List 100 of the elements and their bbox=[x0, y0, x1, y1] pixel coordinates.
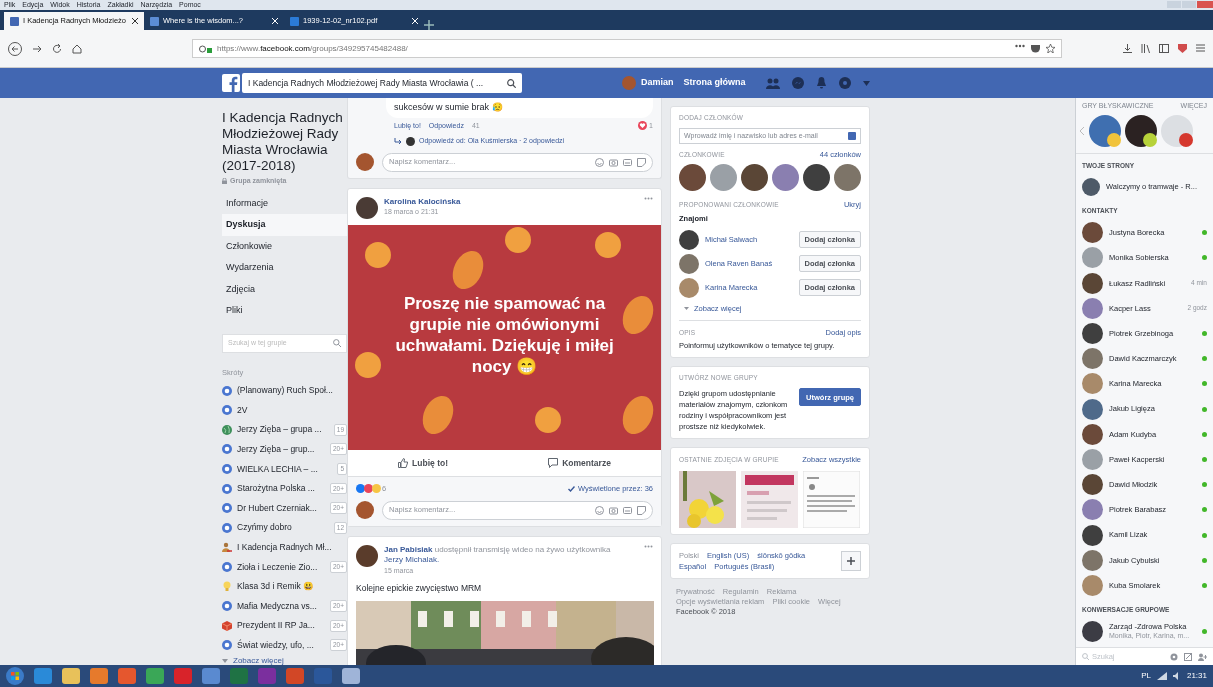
sticker-icon[interactable] bbox=[637, 505, 646, 515]
language-indicator[interactable]: PL bbox=[1141, 670, 1151, 682]
globe-icon[interactable] bbox=[222, 424, 232, 435]
home-link[interactable]: Strona główna bbox=[683, 76, 746, 90]
post-image-text: Proszę nie spamować na grupie nie omówionymi uchwałami. Dziękuję i miłej nocy 😁 bbox=[394, 292, 615, 377]
add-language-button[interactable] bbox=[841, 551, 861, 572]
close-icon[interactable] bbox=[132, 18, 138, 24]
group-nav-item[interactable]: Pliki bbox=[222, 300, 347, 322]
group-title[interactable]: I Kadencja Radnych Młodzieżowej Rady Miasta Wrocławia (2017-2018) bbox=[222, 110, 347, 174]
group-nav-item[interactable]: Wydarzenia bbox=[222, 257, 347, 279]
group-icon[interactable] bbox=[222, 405, 232, 416]
comment-button[interactable]: Komentarze bbox=[542, 455, 617, 471]
author-link[interactable]: Jan Pabisiak bbox=[384, 544, 433, 554]
speech-bubble-icon bbox=[548, 457, 559, 468]
search-icon[interactable] bbox=[507, 78, 516, 88]
download-icon[interactable] bbox=[1123, 44, 1132, 53]
network-icon[interactable] bbox=[1156, 672, 1167, 680]
friends-icon[interactable] bbox=[765, 77, 780, 89]
gif-icon[interactable] bbox=[623, 505, 632, 515]
shortcut-link[interactable]: I Kadencja Radnych Mł... bbox=[237, 540, 332, 554]
shortcut-link[interactable]: (Planowany) Ruch Społ... bbox=[237, 384, 333, 397]
comment-text: sukcesów w sumie brak 😥 bbox=[394, 102, 503, 112]
user-name-link[interactable]: Damian bbox=[641, 76, 674, 90]
search-field[interactable]: I Kadencja Radnych Młodzieżowej Rady Miasta Wrocławia ( ... bbox=[242, 73, 522, 93]
pocket-icon[interactable] bbox=[1031, 44, 1040, 53]
caret-down-icon bbox=[684, 306, 689, 310]
like-button[interactable]: Lubię to! bbox=[392, 455, 454, 471]
sidebar-icon[interactable] bbox=[1159, 44, 1169, 53]
compose-icon[interactable] bbox=[1184, 652, 1192, 661]
shortcut-link[interactable]: WIELKA LECHIA – ... bbox=[237, 462, 318, 476]
gif-icon[interactable] bbox=[623, 157, 632, 167]
new-tab-icon[interactable] bbox=[424, 20, 434, 30]
bell-icon[interactable] bbox=[815, 77, 827, 89]
reactions-icon bbox=[356, 484, 382, 494]
shortcut-link[interactable]: Świat wiedzy, ufo, ... bbox=[237, 638, 314, 652]
sticker-icon[interactable] bbox=[637, 157, 646, 167]
group-nav-item[interactable]: Informacje bbox=[222, 192, 347, 214]
group-icon[interactable] bbox=[222, 601, 232, 612]
shortcut-link[interactable]: Czyńmy dobro bbox=[237, 521, 292, 535]
shortcut-link[interactable]: Mafia Medyczna vs... bbox=[237, 599, 317, 613]
emoji-icon[interactable] bbox=[595, 505, 604, 515]
group-icon[interactable] bbox=[222, 463, 232, 474]
check-icon bbox=[568, 485, 576, 492]
shortcut-link[interactable]: 2V bbox=[237, 403, 248, 417]
clock-time[interactable]: 21:31 bbox=[1186, 670, 1207, 682]
group-nav-item[interactable]: Członkowie bbox=[222, 235, 347, 257]
group-icon[interactable] bbox=[222, 444, 232, 455]
author-link[interactable]: Karolina Kalocińska bbox=[384, 196, 638, 207]
group-icon[interactable] bbox=[222, 483, 232, 494]
avatar bbox=[1082, 323, 1103, 345]
library-icon[interactable] bbox=[1141, 44, 1150, 53]
start-button-icon[interactable] bbox=[6, 667, 24, 685]
dropdown-caret-icon[interactable] bbox=[862, 80, 870, 86]
group-icon[interactable] bbox=[222, 640, 232, 651]
shortcut-link[interactable]: Klasa 3d i Remik 😃 bbox=[237, 580, 315, 593]
home-icon[interactable] bbox=[72, 43, 82, 54]
more-icon[interactable] bbox=[1015, 44, 1025, 48]
shortcut-link[interactable]: Zioła i Leczenie Zio... bbox=[237, 560, 318, 574]
avatar bbox=[406, 136, 415, 146]
help-icon[interactable] bbox=[838, 77, 851, 89]
camera-icon[interactable] bbox=[609, 157, 618, 167]
facebook-logo-icon[interactable] bbox=[222, 74, 240, 92]
bookmark-star-icon[interactable] bbox=[1046, 44, 1055, 53]
add-people-icon[interactable] bbox=[1198, 652, 1207, 661]
reload-icon[interactable] bbox=[52, 43, 62, 54]
more-options-icon[interactable] bbox=[644, 544, 653, 548]
user-link[interactable]: Jerzy Michalak. bbox=[384, 555, 440, 564]
group-icon[interactable] bbox=[222, 385, 232, 396]
group-nav-item[interactable]: Zdjęcia bbox=[222, 278, 347, 300]
see-more-link[interactable]: Zobacz więcej bbox=[233, 655, 284, 665]
shortcut-link[interactable]: Jerzy Zięba – grupa ... bbox=[237, 423, 322, 437]
heart-reaction-icon bbox=[638, 121, 648, 131]
group-icon[interactable] bbox=[222, 522, 232, 533]
shortcut-link[interactable]: Dr Hubert Czerniak... bbox=[237, 501, 317, 515]
address-bar[interactable]: https://www.facebook.com/groups/349295745482488/ bbox=[192, 39, 1062, 58]
volume-icon[interactable] bbox=[1172, 672, 1181, 680]
camera-icon[interactable] bbox=[609, 505, 618, 515]
shortcut-link[interactable]: Jerzy Zięba – grup... bbox=[237, 442, 315, 456]
shortcut-link[interactable]: Prezydent II RP Ja... bbox=[237, 619, 315, 633]
group-icon[interactable] bbox=[222, 561, 232, 572]
cube-icon[interactable] bbox=[222, 620, 232, 631]
emoji-icon[interactable] bbox=[595, 157, 604, 167]
group-nav-item[interactable]: Dyskusja bbox=[222, 214, 347, 236]
more-options-icon[interactable] bbox=[644, 196, 653, 200]
messenger-icon[interactable] bbox=[791, 77, 804, 89]
note-icon bbox=[848, 131, 856, 140]
page-icon bbox=[10, 16, 19, 26]
settings-icon[interactable] bbox=[1170, 652, 1178, 661]
avatar bbox=[803, 164, 830, 191]
shortcut-link[interactable]: Starożytna Polska ... bbox=[237, 482, 315, 495]
game-icon[interactable] bbox=[1125, 114, 1157, 147]
avatar bbox=[679, 164, 706, 191]
back-icon[interactable] bbox=[8, 41, 22, 56]
people-icon[interactable] bbox=[222, 542, 232, 553]
chevron-left-icon[interactable] bbox=[1080, 126, 1085, 135]
forward-icon[interactable] bbox=[32, 43, 42, 54]
group-icon[interactable] bbox=[222, 503, 232, 514]
shield-icon[interactable] bbox=[1178, 44, 1187, 53]
avatar bbox=[1082, 524, 1103, 546]
menu-icon[interactable] bbox=[1196, 44, 1205, 52]
